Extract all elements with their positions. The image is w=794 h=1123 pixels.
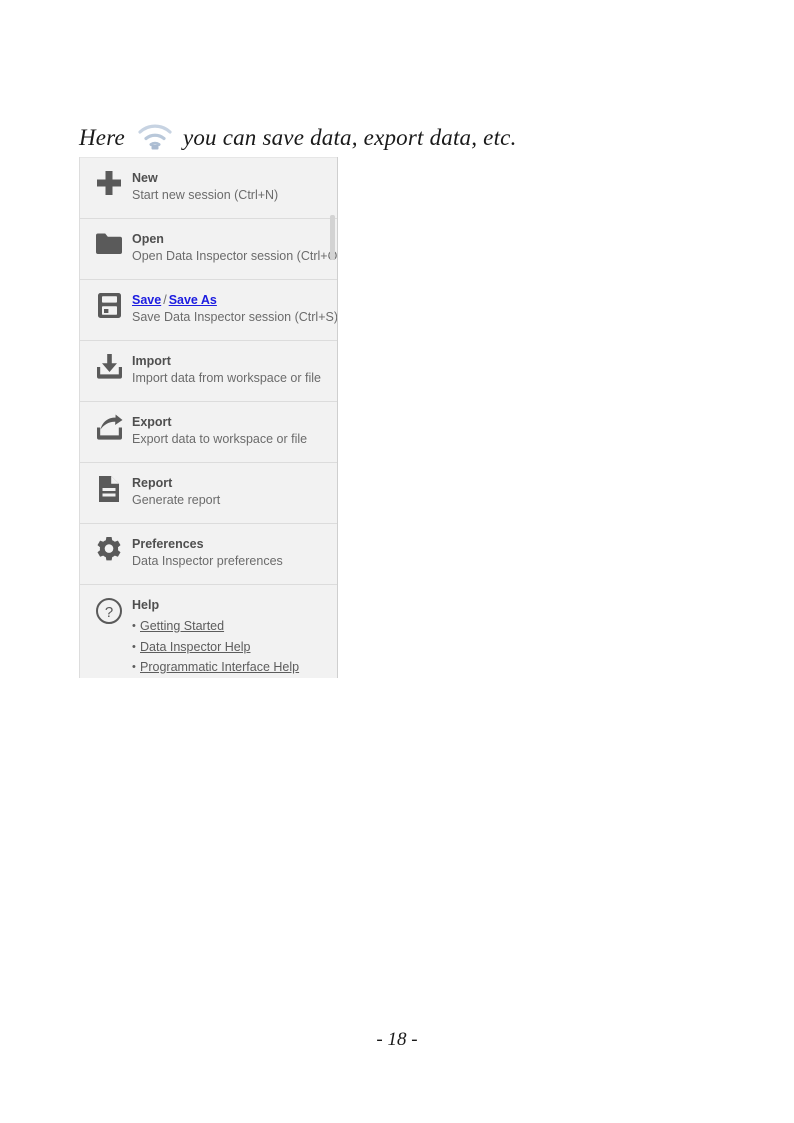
caption-text-after: you can save data, export data, etc. xyxy=(182,125,517,150)
menu-item-preferences[interactable]: Preferences Data Inspector preferences xyxy=(80,524,337,585)
page-number: - 18 - xyxy=(376,1029,418,1050)
question-circle-icon: ? xyxy=(90,595,128,635)
list-item: Data Inspector Help xyxy=(132,637,329,658)
menu-item-report-subtitle: Generate report xyxy=(132,493,221,507)
menu-item-export[interactable]: Export Export data to workspace or file xyxy=(80,402,337,463)
menu-item-save-titles: Save / Save As xyxy=(132,292,329,308)
menu-item-import-title: Import xyxy=(132,354,171,368)
panel-scrollbar-thumb[interactable] xyxy=(330,215,335,260)
list-item: Getting Started xyxy=(132,616,329,637)
caption: Here you can save data, export data, etc… xyxy=(79,120,719,156)
menu-item-new[interactable]: New Start new session (Ctrl+N) xyxy=(80,157,337,219)
menu-item-open[interactable]: Open Open Data Inspector session (Ctrl+O… xyxy=(80,219,337,280)
help-link-programmatic-interface-help[interactable]: Programmatic Interface Help xyxy=(140,660,299,674)
menu-item-preferences-subtitle: Data Inspector preferences xyxy=(132,554,283,568)
menu-item-save[interactable]: Save / Save As Save Data Inspector session… xyxy=(80,280,337,341)
save-link[interactable]: Save xyxy=(132,293,161,307)
menu-item-import-subtitle: Import data from workspace or file xyxy=(132,371,321,385)
menu-item-preferences-title: Preferences xyxy=(132,537,204,551)
menu-item-help[interactable]: ? Help Getting Started Data Inspector He… xyxy=(80,585,337,678)
help-links-list: Getting Started Data Inspector Help Prog… xyxy=(132,616,329,678)
list-item: Programmatic Interface Help xyxy=(132,657,329,678)
save-as-link[interactable]: Save As xyxy=(169,293,217,307)
save-separator: / xyxy=(163,293,167,307)
floppy-disk-icon xyxy=(90,290,128,330)
menu-item-new-title: New xyxy=(132,171,158,185)
help-link-getting-started[interactable]: Getting Started xyxy=(140,619,224,633)
gear-icon xyxy=(90,534,128,574)
menu-item-export-title: Export xyxy=(132,415,172,429)
menu-item-open-title: Open xyxy=(132,232,164,246)
menu-item-import[interactable]: Import Import data from workspace or fil… xyxy=(80,341,337,402)
document-icon xyxy=(90,473,128,513)
download-tray-icon xyxy=(90,351,128,391)
menu-item-save-subtitle: Save Data Inspector session (Ctrl+S) xyxy=(132,310,338,324)
menu-item-export-subtitle: Export data to workspace or file xyxy=(132,432,308,446)
menu-item-report-title: Report xyxy=(132,476,173,490)
panel-scrollbar[interactable] xyxy=(329,157,337,678)
menu-item-open-subtitle: Open Data Inspector session (Ctrl+O) xyxy=(132,249,338,263)
data-inspector-file-menu: New Start new session (Ctrl+N) Open Open… xyxy=(79,157,338,678)
upload-tray-icon xyxy=(90,412,128,452)
help-link-data-inspector-help[interactable]: Data Inspector Help xyxy=(140,640,250,654)
caption-text-before: Here xyxy=(79,125,125,150)
list-item: About Simulink xyxy=(132,678,329,679)
wifi-signal-icon xyxy=(135,123,175,153)
plus-icon xyxy=(90,168,128,208)
folder-icon xyxy=(90,229,128,269)
svg-text:?: ? xyxy=(105,604,113,621)
menu-item-report[interactable]: Report Generate report xyxy=(80,463,337,524)
menu-item-new-subtitle: Start new session (Ctrl+N) xyxy=(132,188,279,202)
menu-item-help-title: Help xyxy=(132,598,160,612)
